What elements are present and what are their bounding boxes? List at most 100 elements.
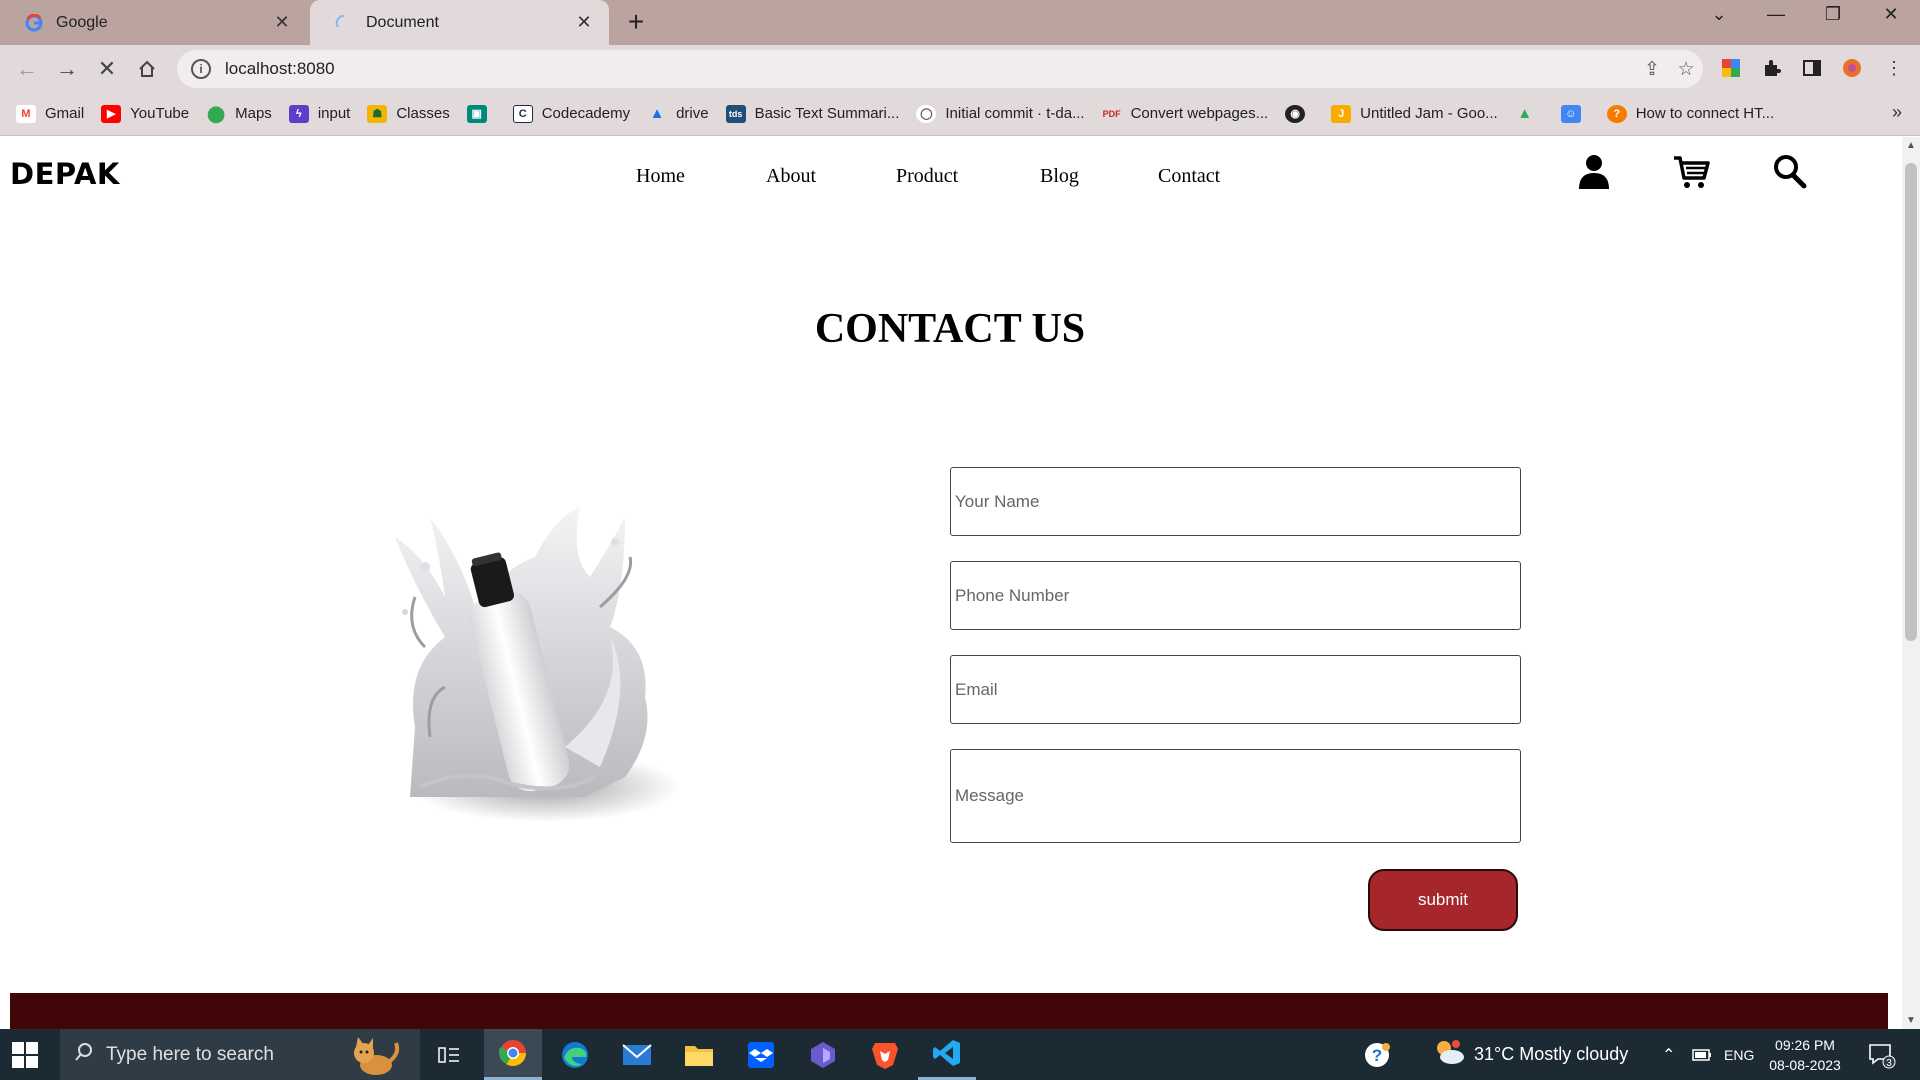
pdf-icon: PDF <box>1102 108 1121 119</box>
bookmark-site-icon: ? <box>1606 104 1627 123</box>
side-panel-icon[interactable] <box>1801 57 1823 79</box>
scrollbar[interactable]: ▲ ▼ <box>1902 137 1920 1029</box>
system-clock[interactable]: 09:26 PM 08-08-2023 <box>1760 1035 1850 1075</box>
window-close-button[interactable]: ✕ <box>1871 4 1911 25</box>
bookmark-item[interactable]: ▶ YouTube <box>101 104 189 123</box>
edge-icon[interactable] <box>546 1029 604 1080</box>
task-view-icon[interactable] <box>420 1029 478 1080</box>
close-icon[interactable]: ✕ <box>573 12 595 33</box>
bookmark-item[interactable]: ▲ <box>1515 105 1544 123</box>
show-hidden-icons[interactable]: ⌃ <box>1662 1029 1675 1080</box>
contacts-icon: ☺ <box>1560 104 1581 123</box>
address-bar[interactable]: i localhost:8080 ⇪ ☆ <box>177 50 1703 88</box>
help-icon[interactable]: ? <box>1362 1029 1392 1080</box>
notification-center-icon[interactable]: 3 <box>1866 1029 1896 1080</box>
phone-field[interactable] <box>950 561 1521 630</box>
tab-title: Document <box>366 13 439 31</box>
drive-icon: ▲ <box>1517 105 1533 122</box>
app-icon[interactable] <box>794 1029 852 1080</box>
user-icon[interactable] <box>1574 152 1614 192</box>
site-info-icon[interactable]: i <box>191 59 211 79</box>
stop-loading-button[interactable]: ✕ <box>91 53 123 85</box>
home-button[interactable] <box>131 53 163 85</box>
tab-strip: Google ✕ Document ✕ + ⌄ — ❐ ✕ <box>0 0 1920 45</box>
forward-button[interactable]: → <box>51 53 83 85</box>
windows-start-icon[interactable] <box>12 1042 38 1068</box>
share-icon[interactable]: ⇪ <box>1635 58 1669 81</box>
browser-toolbar: ← → ✕ i localhost:8080 ⇪ ☆ ⋮ <box>0 45 1920 92</box>
tds-icon: tds <box>725 104 746 123</box>
extensions-puzzle-icon[interactable] <box>1761 57 1783 79</box>
nav-link-product[interactable]: Product <box>896 165 960 188</box>
maps-icon: ⬤ <box>207 105 226 123</box>
clock-date: 08-08-2023 <box>1769 1057 1841 1073</box>
cart-icon[interactable] <box>1672 152 1712 192</box>
bookmark-item[interactable]: J Untitled Jam - Goo... <box>1331 104 1498 123</box>
chrome-menu-icon[interactable]: ⋮ <box>1883 57 1905 79</box>
bookmark-star-icon[interactable]: ☆ <box>1669 58 1703 81</box>
bookmark-item[interactable]: C Codecademy <box>512 104 630 123</box>
bookmark-item[interactable]: ▲ drive <box>647 105 709 123</box>
restore-button[interactable]: ❐ <box>1813 4 1853 25</box>
file-explorer-icon[interactable] <box>670 1029 728 1080</box>
bolt-icon: ϟ <box>288 104 309 123</box>
close-icon[interactable]: ✕ <box>271 12 293 33</box>
message-field[interactable] <box>950 749 1521 843</box>
bookmark-item[interactable]: ϟ input <box>288 104 350 123</box>
nav-link-contact[interactable]: Contact <box>1158 165 1220 188</box>
bookmark-item[interactable]: tds Basic Text Summari... <box>725 104 899 123</box>
mail-icon[interactable] <box>608 1029 666 1080</box>
bookmark-item[interactable]: ☗ Classes <box>367 104 450 123</box>
bookmark-item[interactable]: ◉ <box>1285 104 1314 123</box>
tab-document[interactable]: Document ✕ <box>310 0 609 45</box>
profile-avatar-icon[interactable] <box>1841 57 1863 79</box>
language-indicator[interactable]: ENG <box>1724 1029 1754 1080</box>
scrollbar-thumb[interactable] <box>1905 163 1917 641</box>
nav-link-blog[interactable]: Blog <box>1040 165 1079 188</box>
bookmark-item[interactable]: ☺ <box>1560 104 1590 123</box>
weather-cloudy-icon <box>1432 1038 1466 1071</box>
scroll-down-icon[interactable]: ▼ <box>1902 1015 1920 1026</box>
codecademy-icon: C <box>512 104 533 123</box>
github-icon: ◯ <box>916 104 937 123</box>
bookmark-item[interactable]: ◯ Initial commit · t-da... <box>916 104 1085 123</box>
weather-widget[interactable]: 31°C Mostly cloudy <box>1432 1029 1628 1080</box>
search-icon[interactable] <box>1770 152 1810 192</box>
scroll-up-icon[interactable]: ▲ <box>1902 140 1920 151</box>
tab-title: Google <box>56 13 108 31</box>
new-tab-button[interactable]: + <box>622 6 650 38</box>
site-logo[interactable]: DEPAK <box>10 157 120 191</box>
dropbox-icon[interactable] <box>732 1029 790 1080</box>
url-text: localhost:8080 <box>225 59 335 78</box>
bookmark-item[interactable]: ? How to connect HT... <box>1606 104 1774 123</box>
loading-spinner-icon <box>334 13 354 33</box>
nav-link-home[interactable]: Home <box>636 165 686 188</box>
bookmark-item[interactable]: ⬤ Maps <box>206 105 272 123</box>
tab-google[interactable]: Google ✕ <box>0 0 307 45</box>
taskbar-search[interactable]: Type here to search <box>60 1029 420 1080</box>
email-field[interactable] <box>950 655 1521 724</box>
drive-icon: ▲ <box>649 105 665 122</box>
notification-count: 3 <box>1886 1058 1892 1069</box>
minimize-button[interactable]: — <box>1756 4 1796 25</box>
bookmark-item[interactable]: PDF Convert webpages... <box>1102 105 1269 123</box>
submit-button[interactable]: submit <box>1368 869 1518 931</box>
vscode-icon[interactable] <box>918 1029 976 1080</box>
bookmark-item[interactable]: ▣ <box>466 104 496 123</box>
youtube-icon: ▶ <box>101 104 122 123</box>
svg-text:?: ? <box>1372 1046 1382 1065</box>
battery-icon[interactable] <box>1692 1029 1712 1080</box>
search-highlight-cat-icon <box>346 1035 402 1077</box>
chrome-icon[interactable] <box>484 1029 542 1080</box>
brave-icon[interactable] <box>856 1029 914 1080</box>
more-bookmarks-icon[interactable]: » <box>1892 102 1902 123</box>
page-viewport: DEPAK Home About Product Blog Contact CO… <box>0 137 1902 1029</box>
classroom-icon: ☗ <box>367 104 388 123</box>
bookmark-item[interactable]: M Gmail <box>16 104 84 123</box>
nav-link-about[interactable]: About <box>766 165 816 188</box>
name-field[interactable] <box>950 467 1521 536</box>
extension-colors-icon[interactable] <box>1720 57 1742 79</box>
tab-search-icon[interactable]: ⌄ <box>1699 4 1739 25</box>
google-g-icon <box>24 13 44 33</box>
back-button[interactable]: ← <box>11 53 43 85</box>
